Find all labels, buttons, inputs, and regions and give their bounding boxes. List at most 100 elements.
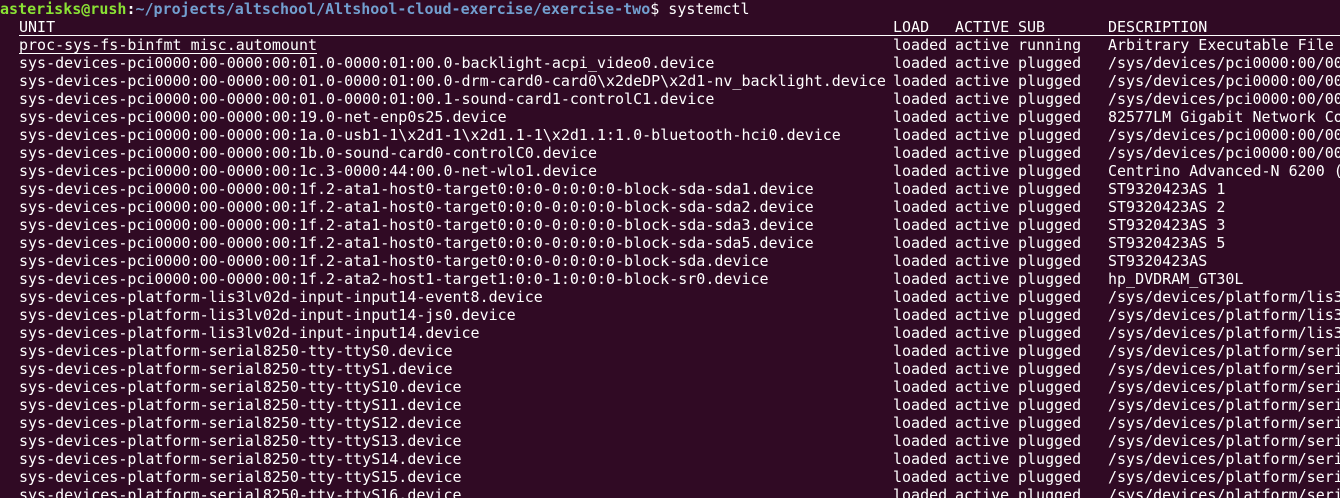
table-row: sys-devices-pci0000:00-0000:00:1f.2-ata2… bbox=[0, 270, 1340, 288]
terminal-window[interactable]: asterisks@rush:~/projects/altschool/Alts… bbox=[0, 0, 1340, 498]
unit-active-state: active bbox=[955, 270, 1010, 288]
table-row: sys-devices-pci0000:00-0000:00:01.0-0000… bbox=[0, 54, 1340, 72]
unit-description: /sys/devices/pci0000:00/0000:00:01.0/000… bbox=[1108, 72, 1340, 90]
table-row: sys-devices-pci0000:00-0000:00:01.0-0000… bbox=[0, 90, 1340, 108]
unit-sub-state: plugged bbox=[1018, 432, 1082, 450]
unit-sub-state: plugged bbox=[1018, 252, 1082, 270]
unit-load-state: loaded bbox=[893, 414, 948, 432]
unit-name: sys-devices-platform-serial8250-tty-ttyS… bbox=[19, 342, 453, 360]
unit-active-state: active bbox=[955, 162, 1010, 180]
unit-load-state: loaded bbox=[893, 252, 948, 270]
unit-load-state: loaded bbox=[893, 270, 948, 288]
unit-name: sys-devices-platform-lis3lv02d-input-inp… bbox=[19, 288, 543, 306]
unit-name: sys-devices-platform-serial8250-tty-ttyS… bbox=[19, 414, 462, 432]
table-row: sys-devices-platform-serial8250-tty-ttyS… bbox=[0, 468, 1340, 486]
unit-sub-state: running bbox=[1018, 36, 1082, 54]
table-row: sys-devices-pci0000:00-0000:00:1b.0-soun… bbox=[0, 144, 1340, 162]
table-row: sys-devices-pci0000:00-0000:00:19.0-net-… bbox=[0, 108, 1340, 126]
unit-load-state: loaded bbox=[893, 90, 948, 108]
unit-sub-state: plugged bbox=[1018, 198, 1082, 216]
unit-load-state: loaded bbox=[893, 486, 948, 498]
unit-description: /sys/devices/platform/lis3lv02d/input/in… bbox=[1108, 324, 1340, 342]
unit-sub-state: plugged bbox=[1018, 234, 1082, 252]
unit-load-state: loaded bbox=[893, 180, 948, 198]
unit-description: /sys/devices/platform/lis3lv02d/input/in… bbox=[1108, 306, 1340, 324]
table-row: sys-devices-pci0000:00-0000:00:1f.2-ata1… bbox=[0, 234, 1340, 252]
table-row: proc-sys-fs-binfmt_misc.automount loaded a… bbox=[0, 36, 1340, 54]
unit-name: sys-devices-platform-serial8250-tty-ttyS… bbox=[19, 378, 462, 396]
unit-description: /sys/devices/platform/serial8250/tty/tty… bbox=[1108, 378, 1340, 396]
unit-load-state: loaded bbox=[893, 216, 948, 234]
table-row: sys-devices-platform-lis3lv02d-input-inp… bbox=[0, 306, 1340, 324]
unit-name: sys-devices-pci0000:00-0000:00:1c.3-0000… bbox=[19, 162, 597, 180]
unit-active-state: active bbox=[955, 342, 1010, 360]
unit-active-state: active bbox=[955, 234, 1010, 252]
unit-load-state: loaded bbox=[893, 450, 948, 468]
unit-name: sys-devices-pci0000:00-0000:00:1f.2-ata1… bbox=[19, 216, 814, 234]
table-row: sys-devices-platform-lis3lv02d-input-inp… bbox=[0, 324, 1340, 342]
unit-active-state: active bbox=[955, 486, 1010, 498]
unit-active-state: active bbox=[955, 198, 1010, 216]
unit-name: sys-devices-platform-serial8250-tty-ttyS… bbox=[19, 432, 462, 450]
unit-sub-state: plugged bbox=[1018, 54, 1082, 72]
unit-load-state: loaded bbox=[893, 432, 948, 450]
unit-active-state: active bbox=[955, 72, 1010, 90]
unit-name: sys-devices-pci0000:00-0000:00:1a.0-usb1… bbox=[19, 126, 841, 144]
unit-load-state: loaded bbox=[893, 324, 948, 342]
unit-description: hp_DVDRAM_GT30L bbox=[1108, 270, 1244, 288]
unit-active-state: active bbox=[955, 36, 1010, 54]
unit-sub-state: plugged bbox=[1018, 360, 1082, 378]
unit-name: sys-devices-pci0000:00-0000:00:01.0-0000… bbox=[19, 72, 886, 90]
prompt-path: ~/projects/altschool/Altshool-cloud-exer… bbox=[135, 0, 651, 18]
unit-name: sys-devices-pci0000:00-0000:00:01.0-0000… bbox=[19, 90, 715, 108]
unit-name: sys-devices-pci0000:00-0000:00:01.0-0000… bbox=[19, 54, 715, 72]
unit-load-state: loaded bbox=[893, 198, 948, 216]
unit-load-state: loaded bbox=[893, 360, 948, 378]
table-row: sys-devices-pci0000:00-0000:00:1f.2-ata1… bbox=[0, 216, 1340, 234]
unit-sub-state: plugged bbox=[1018, 126, 1082, 144]
unit-load-state: loaded bbox=[893, 54, 948, 72]
unit-sub-state: plugged bbox=[1018, 90, 1082, 108]
unit-name: sys-devices-pci0000:00-0000:00:1b.0-soun… bbox=[19, 144, 597, 162]
unit-name: sys-devices-platform-serial8250-tty-ttyS… bbox=[19, 468, 462, 486]
unit-active-state: active bbox=[955, 126, 1010, 144]
unit-active-state: active bbox=[955, 252, 1010, 270]
unit-description: Centrino Advanced-N 6200 (Centrino Advan… bbox=[1108, 162, 1340, 180]
unit-load-state: loaded bbox=[893, 396, 948, 414]
unit-sub-state: plugged bbox=[1018, 468, 1082, 486]
unit-sub-state: plugged bbox=[1018, 72, 1082, 90]
table-row: sys-devices-pci0000:00-0000:00:1f.2-ata1… bbox=[0, 180, 1340, 198]
table-row: sys-devices-pci0000:00-0000:00:1f.2-ata1… bbox=[0, 252, 1340, 270]
unit-load-state: loaded bbox=[893, 72, 948, 90]
unit-description: /sys/devices/platform/serial8250/tty/tty… bbox=[1108, 396, 1340, 414]
unit-description: ST9320423AS bbox=[1108, 252, 1208, 270]
unit-sub-state: plugged bbox=[1018, 396, 1082, 414]
unit-name: sys-devices-pci0000:00-0000:00:1f.2-ata1… bbox=[19, 234, 814, 252]
table-row: sys-devices-platform-serial8250-tty-ttyS… bbox=[0, 378, 1340, 396]
unit-active-state: active bbox=[955, 378, 1010, 396]
unit-name: proc-sys-fs-binfmt_misc.automount bbox=[19, 36, 318, 54]
unit-sub-state: plugged bbox=[1018, 486, 1082, 498]
unit-active-state: active bbox=[955, 468, 1010, 486]
unit-active-state: active bbox=[955, 360, 1010, 378]
header-active: ACTIVE bbox=[955, 18, 1010, 36]
table-row: sys-devices-pci0000:00-0000:00:1a.0-usb1… bbox=[0, 126, 1340, 144]
unit-active-state: active bbox=[955, 396, 1010, 414]
table-row: sys-devices-platform-serial8250-tty-ttyS… bbox=[0, 486, 1340, 498]
unit-name: sys-devices-pci0000:00-0000:00:1f.2-ata1… bbox=[19, 252, 769, 270]
unit-name: sys-devices-pci0000:00-0000:00:1f.2-ata2… bbox=[19, 270, 769, 288]
table-row: sys-devices-platform-serial8250-tty-ttyS… bbox=[0, 432, 1340, 450]
table-header: UNIT LOAD ACTIVE SUB DESCRIPTION bbox=[0, 18, 1207, 36]
table-row: sys-devices-pci0000:00-0000:00:1c.3-0000… bbox=[0, 162, 1340, 180]
unit-active-state: active bbox=[955, 108, 1010, 126]
unit-name: sys-devices-pci0000:00-0000:00:1f.2-ata1… bbox=[19, 180, 814, 198]
unit-description: /sys/devices/pci0000:00/0000:00:01.0/000… bbox=[1108, 90, 1340, 108]
unit-load-state: loaded bbox=[893, 36, 948, 54]
unit-sub-state: plugged bbox=[1018, 288, 1082, 306]
unit-active-state: active bbox=[955, 306, 1010, 324]
table-row: sys-devices-platform-serial8250-tty-ttyS… bbox=[0, 414, 1340, 432]
unit-sub-state: plugged bbox=[1018, 144, 1082, 162]
unit-active-state: active bbox=[955, 180, 1010, 198]
unit-name: sys-devices-pci0000:00-0000:00:1f.2-ata1… bbox=[19, 198, 814, 216]
header-load: LOAD bbox=[893, 18, 930, 36]
